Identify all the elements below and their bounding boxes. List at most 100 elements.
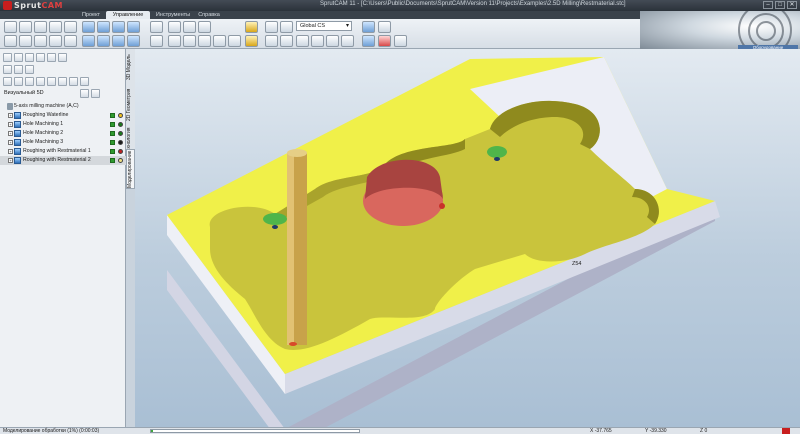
tab-simulation[interactable]: Моделирование [126,149,135,189]
view-iso-icon[interactable] [82,21,95,33]
stop-calc-icon[interactable] [25,65,34,74]
status-logo-icon [782,428,790,434]
monitor-icon[interactable] [362,21,375,33]
filter-red-icon[interactable] [183,35,196,47]
tab-project[interactable]: Проект [76,11,106,19]
new-operation-icon[interactable] [14,53,23,62]
bars-icon[interactable] [36,77,45,86]
rotate-view-icon[interactable] [19,21,32,33]
tree-node-operation-selected[interactable]: + Roughing with Restmaterial 2 [0,156,126,165]
zoom-all-icon[interactable] [64,21,77,33]
tree-node-operation[interactable]: + Hole Machining 2 [0,129,126,138]
screen-icon[interactable] [362,35,375,47]
view-top-icon[interactable] [112,21,125,33]
zoom-icon[interactable] [49,21,62,33]
tool-path-icon[interactable] [245,21,258,33]
calculate-icon[interactable] [14,65,23,74]
dimension-icon[interactable] [198,21,211,33]
section-icon[interactable] [127,35,140,47]
select-arrow-icon[interactable] [4,21,17,33]
grid-icon[interactable] [168,21,181,33]
expand-icon[interactable]: + [8,149,13,154]
settings-icon[interactable] [47,77,56,86]
point-icon[interactable] [265,21,278,33]
axis-icon[interactable] [280,21,293,33]
enabled-checkbox[interactable] [110,158,115,163]
coordinate-system-select[interactable]: Global CS [296,21,352,31]
pan-hand-icon[interactable] [34,21,47,33]
tab-help[interactable]: Справка [194,11,224,19]
tree-node-machine[interactable]: 5-axis milling machine (A,C) [0,102,126,111]
enabled-checkbox[interactable] [110,149,115,154]
expand-icon[interactable]: + [8,113,13,118]
wave-icon[interactable] [58,77,67,86]
filter-icon[interactable] [168,35,181,47]
close-button[interactable]: ✕ [787,1,797,9]
filter-gold-icon[interactable] [228,35,241,47]
print-icon[interactable] [378,21,391,33]
run-icon[interactable] [3,77,12,86]
delete-operation-icon[interactable] [25,53,34,62]
flag-black-icon[interactable] [25,77,34,86]
tab-control[interactable]: Управление [106,11,150,19]
expand-icon[interactable]: + [8,140,13,145]
flag-red-icon[interactable] [14,77,23,86]
pin-icon[interactable] [3,53,12,62]
tree-node-operation[interactable]: + Roughing with Restmaterial 1 [0,147,126,156]
minimize-button[interactable]: – [763,1,773,9]
measure-icon[interactable] [265,35,278,47]
coord-z: Z 0 [700,428,708,434]
filter-green-icon[interactable] [213,35,226,47]
expand-icon[interactable]: + [8,122,13,127]
shade-icon[interactable] [82,35,95,47]
group-icon[interactable] [58,53,67,62]
tab-3d-model[interactable]: 3D Модель [126,51,135,83]
tab-2d-geometry[interactable]: 2D Геометрия [126,85,135,125]
export-icon[interactable] [80,77,89,86]
tab-tools[interactable]: Инструменты [152,11,194,19]
fast-forward-icon[interactable] [49,35,62,47]
tree-node-operation[interactable]: + Roughing Waterline [0,111,126,120]
play-icon[interactable] [4,35,17,47]
move-up-icon[interactable] [36,53,45,62]
report-icon[interactable] [378,35,391,47]
expand-icon[interactable]: + [8,158,13,163]
enabled-checkbox[interactable] [110,131,115,136]
enabled-checkbox[interactable] [110,122,115,127]
cs-icon[interactable] [280,35,293,47]
tool-tip-2 [494,157,500,161]
palette-icon[interactable] [150,35,163,47]
stop-icon[interactable] [34,35,47,47]
end-icon[interactable] [64,35,77,47]
view-mode-icon[interactable] [80,89,89,98]
expand-icon[interactable]: + [8,131,13,136]
mode-select[interactable]: Визуальный 5D [4,89,74,98]
funnel-icon[interactable] [394,35,407,47]
cube-icon[interactable] [91,89,100,98]
document-icon[interactable] [296,35,309,47]
3d-viewport[interactable]: Z54 [135,49,800,427]
sphere-icon[interactable] [150,21,163,33]
view-front-icon[interactable] [97,21,110,33]
enabled-checkbox[interactable] [110,113,115,118]
enabled-checkbox[interactable] [110,140,115,145]
paste-icon[interactable] [341,35,354,47]
layers-icon[interactable] [183,21,196,33]
copy-icon[interactable] [326,35,339,47]
nc-icon[interactable] [69,77,78,86]
tree-node-operation[interactable]: + Hole Machining 1 [0,120,126,129]
step-icon[interactable] [19,35,32,47]
transparency-icon[interactable] [112,35,125,47]
move-down-icon[interactable] [47,53,56,62]
operation-icon [14,157,21,164]
view-side-icon[interactable] [127,21,140,33]
maximize-button[interactable]: □ [775,1,785,9]
filter-blue-icon[interactable] [198,35,211,47]
tree-node-operation[interactable]: + Hole Machining 3 [0,138,126,147]
operation-icon [14,121,21,128]
edit-icon[interactable] [311,35,324,47]
wireframe-icon[interactable] [97,35,110,47]
arrow-right-icon[interactable] [3,65,12,74]
machine-icon[interactable] [245,35,258,47]
progress-fill [151,430,154,432]
